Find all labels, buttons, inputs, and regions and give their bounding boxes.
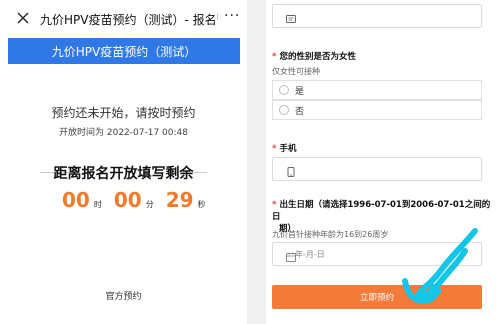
birthdate-input[interactable]: 年-月-日 bbox=[272, 242, 482, 266]
hours-unit: 时 bbox=[93, 200, 102, 209]
radio-option-no[interactable]: 否 bbox=[272, 100, 482, 120]
countdown-seconds: 29 bbox=[165, 188, 194, 212]
id-card-field[interactable] bbox=[272, 4, 482, 28]
countdown-screen: 九价HPV疫苗预约（测试）- 报名暂未... ··· 九价HPV疫苗预约（测试）… bbox=[0, 0, 247, 324]
date-placeholder: 年-月-日 bbox=[295, 250, 325, 259]
not-started-notice: 预约还未开始，请按时预约 bbox=[51, 106, 196, 120]
countdown-hours: 00 bbox=[62, 188, 90, 212]
wechat-title-bar: 九价HPV疫苗预约（测试）- 报名暂未... ··· bbox=[0, 0, 247, 38]
official-footer: 官方预约 bbox=[105, 292, 142, 302]
radio-label-no: 否 bbox=[295, 107, 305, 117]
gender-question-text: 您的性别是否为女性 bbox=[279, 52, 356, 62]
window-title: 九价HPV疫苗预约（测试）- 报名暂未... bbox=[40, 13, 218, 27]
countdown-heading: 距离报名开放填写剩余 bbox=[0, 163, 247, 183]
seconds-unit: 秒 bbox=[197, 200, 206, 209]
phone-icon bbox=[285, 163, 297, 177]
radio-label-yes: 是 bbox=[295, 87, 305, 97]
screen-divider bbox=[247, 0, 266, 324]
required-mark: * bbox=[272, 144, 277, 154]
radio-circle-no[interactable] bbox=[279, 105, 289, 115]
countdown-timer: 00 时 00 分 29 秒 bbox=[62, 188, 218, 214]
countdown-title: 距离报名开放填写剩余 bbox=[53, 166, 194, 182]
required-mark: * bbox=[272, 200, 277, 210]
phone-label: * 手机 bbox=[272, 142, 296, 154]
radio-option-yes[interactable]: 是 bbox=[272, 80, 482, 100]
phone-input[interactable] bbox=[272, 157, 482, 181]
open-time: 开放时间为 2022-07-17 00:48 bbox=[59, 128, 188, 138]
gender-question-label: * 您的性别是否为女性 bbox=[272, 50, 356, 62]
id-card-icon bbox=[285, 10, 297, 23]
submit-button[interactable]: 立即预约 bbox=[272, 285, 482, 309]
gender-description: 仅女性可接种 bbox=[272, 67, 320, 76]
required-mark: * bbox=[272, 52, 277, 62]
countdown-minutes: 00 bbox=[113, 188, 142, 212]
birthdate-label-line1: 出生日期（请选择1996-07-01到2006-07-01之间的日 bbox=[272, 200, 491, 222]
appointment-form: * 您的性别是否为女性 仅女性可接种 是 否 * 手机 * 出生日期（请选择1996-… bbox=[266, 0, 500, 324]
more-icon[interactable]: ··· bbox=[224, 8, 240, 24]
birthdate-description: 九价首针接种年龄为16到26周岁 bbox=[272, 230, 389, 239]
phone-label-text: 手机 bbox=[279, 144, 297, 154]
close-icon[interactable] bbox=[14, 9, 32, 27]
radio-circle-yes[interactable] bbox=[279, 85, 289, 95]
minutes-unit: 分 bbox=[145, 200, 154, 209]
header-bar: 九价HPV疫苗预约（测试） bbox=[8, 38, 240, 64]
